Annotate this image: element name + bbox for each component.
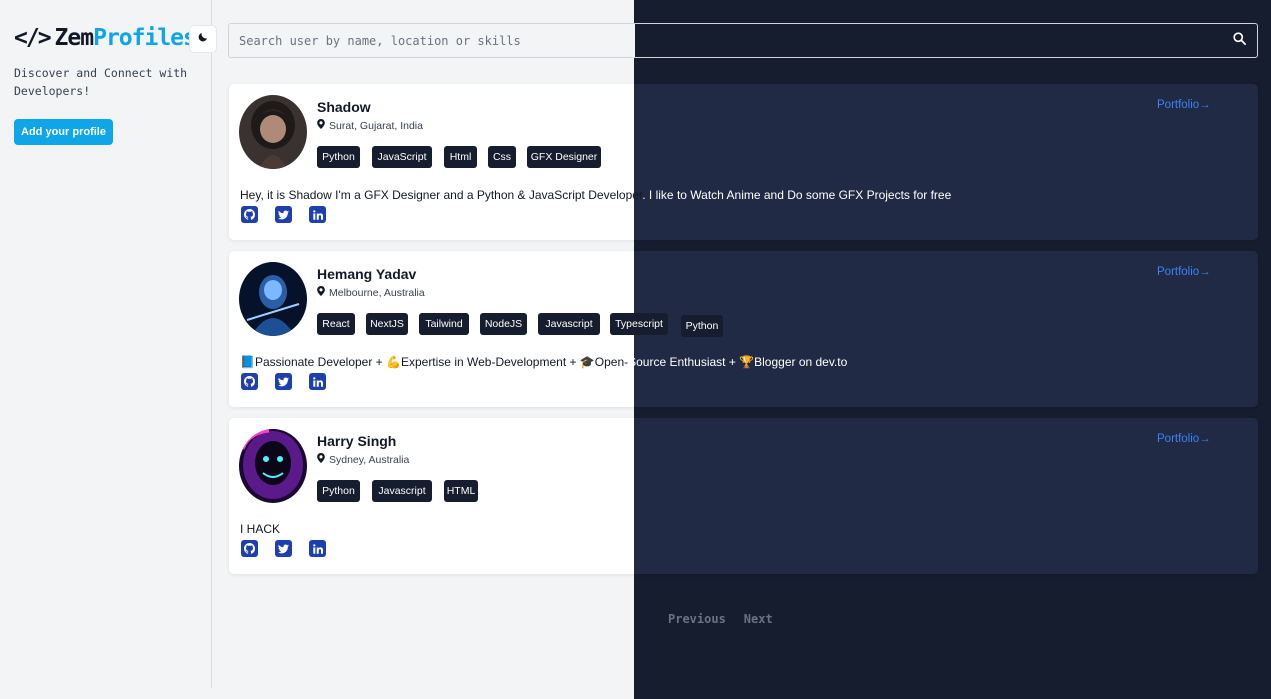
previous-button[interactable]: Previous [668,612,726,626]
location-text: Surat, Gujarat, India [329,119,423,132]
skill-tag[interactable]: Tailwind [419,313,469,335]
linkedin-icon[interactable] [309,206,326,223]
linkedin-icon[interactable] [309,373,326,390]
location-text: Sydney, Australia [329,453,410,466]
next-button[interactable]: Next [744,612,773,626]
twitter-icon[interactable] [275,540,292,557]
profile-name: Shadow [317,99,371,115]
bio-text-dark: Source Enthusiast + 🏆Blogger on dev.to [628,355,848,369]
skill-tag[interactable]: Python [317,146,360,168]
profile-bio: 📘Passionate Developer + 💪Expertise in We… [240,355,847,369]
tagline: Discover and Connect with Developers! [14,66,188,98]
profile-bio: I HACK [240,522,280,536]
search-icon [1232,31,1247,51]
profile-card: Hemang Yadav Melbourne, Australia React … [229,251,1258,407]
github-icon[interactable] [241,540,258,557]
location-pin-icon [317,453,329,466]
pagination: Previous Next [668,612,791,626]
skill-tag[interactable]: Javascript [372,480,432,502]
profile-location: Surat, Gujarat, India [317,119,423,132]
brand-name-part2: Profiles [93,25,197,51]
add-profile-button[interactable]: Add your profile [14,119,113,145]
portfolio-link[interactable]: Portfolio→ [1157,266,1211,278]
location-pin-icon [317,286,329,299]
search-button[interactable] [1225,27,1253,55]
portfolio-link[interactable]: Portfolio→ [1157,433,1211,445]
bio-text-dark: . I like to Watch Anime and Do some GFX … [642,188,952,202]
avatar [239,262,307,336]
avatar [239,429,307,503]
brand-name: ZemProfiles [54,25,197,51]
profile-name: Harry Singh [317,433,397,449]
search-input[interactable] [229,24,1225,57]
twitter-icon[interactable] [275,373,292,390]
skill-tag[interactable]: Python [317,480,360,502]
bio-text-light: Hey, it is Shadow I'm a GFX Designer and… [240,188,643,202]
profile-card: Shadow Surat, Gujarat, India Python Java… [229,84,1258,240]
github-icon[interactable] [241,373,258,390]
skill-tag[interactable]: GFX Designer [527,146,601,168]
search-bar [228,23,1258,58]
social-links [241,540,343,557]
skill-tag[interactable]: Python [681,315,723,337]
bio-text-light: 📘Passionate Developer + 💪Expertise in We… [240,355,629,369]
social-links [241,206,343,223]
linkedin-icon[interactable] [309,540,326,557]
profile-name: Hemang Yadav [317,266,417,282]
skill-tag[interactable]: Css [488,146,516,168]
location-pin-icon [317,119,329,132]
twitter-icon[interactable] [275,206,292,223]
portfolio-link[interactable]: Portfolio→ [1157,99,1211,111]
skill-tag[interactable]: NodeJS [480,313,527,335]
bio-text-light: I HACK [240,522,281,536]
profile-bio: Hey, it is Shadow I'm a GFX Designer and… [240,188,951,202]
skill-tag[interactable]: Typescript [610,313,668,335]
theme-toggle-button[interactable] [189,25,217,53]
code-icon: </> [14,25,52,51]
skill-tag[interactable]: JavaScript [372,146,432,168]
skill-tag[interactable]: Javascript [538,313,600,335]
skill-tag[interactable]: React [317,313,355,335]
skill-tag[interactable]: HTML [444,480,478,502]
profile-location: Sydney, Australia [317,453,409,466]
moon-icon [197,30,209,48]
avatar [239,95,307,169]
social-links [241,373,343,390]
location-text: Melbourne, Australia [329,286,425,299]
logo[interactable]: </> ZemProfiles [14,25,197,51]
brand-name-part1: Zem [54,25,95,51]
sidebar: </> ZemProfiles Discover and Connect wit… [0,0,212,688]
skill-tag[interactable]: Html [444,146,477,168]
skill-tag[interactable]: NextJS [366,313,408,335]
profile-location: Melbourne, Australia [317,286,425,299]
profile-card: Harry Singh Sydney, Australia Python Jav… [229,418,1258,574]
github-icon[interactable] [241,206,258,223]
